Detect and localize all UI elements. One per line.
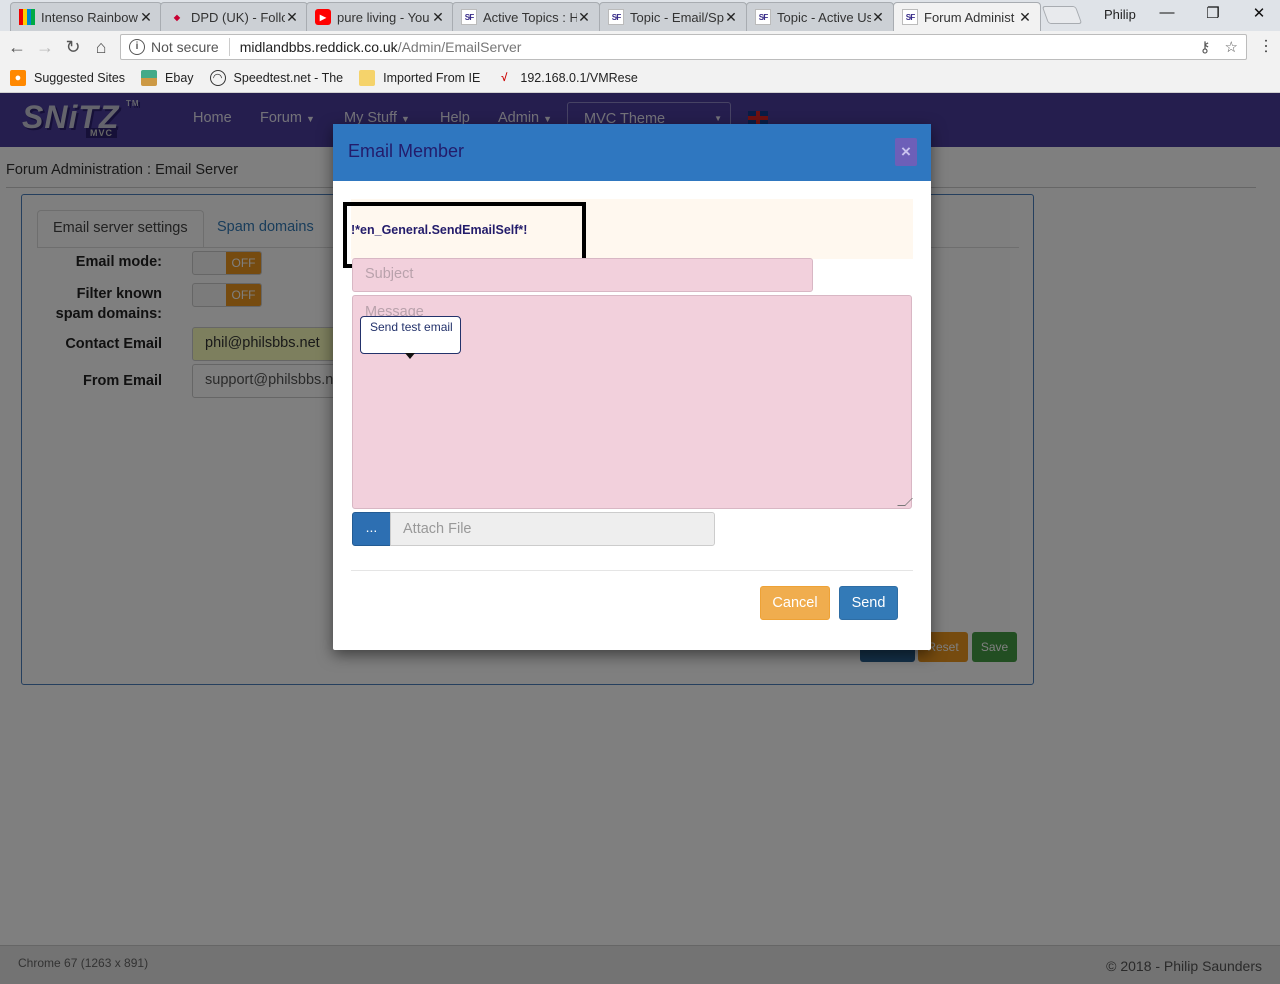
close-tab-icon[interactable]: ✕: [139, 9, 153, 26]
dpd-favicon-icon: ◆: [173, 12, 181, 22]
restore-icon[interactable]: ❐: [1190, 4, 1236, 26]
browser-tab[interactable]: S⁄F Topic - Active Us ✕: [746, 2, 894, 31]
cancel-button[interactable]: Cancel: [760, 586, 830, 620]
browser-tab-strip: Intenso Rainbow ✕ ◆ DPD (UK) - Follo ✕ ▶…: [0, 0, 1280, 31]
bookmark-imported-from-ie[interactable]: Imported From IE: [359, 69, 481, 86]
close-tab-icon[interactable]: ✕: [871, 9, 885, 26]
snitz-favicon-icon: S⁄F: [608, 9, 624, 25]
bookmark-star-icon[interactable]: ☆: [1225, 38, 1238, 56]
browser-tab[interactable]: Intenso Rainbow ✕: [10, 2, 162, 31]
close-tab-icon[interactable]: ✕: [285, 9, 299, 26]
tooltip: Send test email: [360, 316, 461, 359]
browser-tab[interactable]: S⁄F Topic - Email/Sp ✕: [599, 2, 747, 31]
ebay-icon: [141, 69, 158, 86]
minimize-icon[interactable]: —: [1144, 4, 1190, 26]
youtube-favicon-icon: ▶: [315, 9, 331, 25]
tab-title: Intenso Rainbow: [41, 9, 138, 25]
address-bar[interactable]: i Not secure midlandbbs.reddick.co.uk /A…: [120, 34, 1247, 60]
bookmarks-bar: ● Suggested Sites Ebay ◠ Speedtest.net -…: [0, 63, 1280, 93]
router-icon: √: [501, 71, 508, 84]
security-label: Not secure: [151, 39, 219, 55]
close-icon[interactable]: ×: [895, 138, 917, 166]
forward-icon[interactable]: →: [34, 37, 56, 59]
modal-header: Email Member ×: [333, 124, 931, 181]
bookmark-router[interactable]: √ 192.168.0.1/VMRese: [496, 70, 637, 86]
new-tab-button[interactable]: [1041, 6, 1083, 24]
divider: [351, 570, 913, 571]
browse-file-button[interactable]: ...: [352, 512, 391, 546]
profile-name[interactable]: Philip: [1104, 7, 1136, 22]
url-host: midlandbbs.reddick.co.uk: [239, 39, 398, 55]
bookmark-label: Suggested Sites: [34, 70, 126, 85]
menu-dots-icon[interactable]: ⋯: [1256, 38, 1275, 54]
browser-tab[interactable]: ▶ pure living - You ✕: [306, 2, 454, 31]
close-window-icon[interactable]: ✕: [1236, 4, 1280, 26]
url-path: /Admin/EmailServer: [397, 39, 522, 55]
bookmark-label: Ebay: [165, 70, 194, 85]
tab-title: Forum Administ: [924, 9, 1015, 25]
snitz-favicon-icon: S⁄F: [902, 9, 918, 25]
bookmark-speedtest[interactable]: ◠ Speedtest.net - The: [209, 69, 344, 86]
send-button[interactable]: Send: [839, 586, 898, 620]
key-icon[interactable]: ⚷: [1200, 38, 1211, 56]
snitz-favicon-icon: S⁄F: [755, 9, 771, 25]
suggested-sites-icon: ●: [10, 69, 26, 86]
folder-icon: [359, 69, 376, 86]
browser-toolbar: ← → ↻ ⌂ i Not secure midlandbbs.reddick.…: [0, 31, 1280, 63]
close-tab-icon[interactable]: ✕: [1018, 9, 1032, 26]
bookmark-label: Speedtest.net - The: [233, 70, 344, 85]
close-tab-icon[interactable]: ✕: [577, 9, 591, 26]
browser-tab-active[interactable]: S⁄F Forum Administ ✕: [893, 2, 1041, 31]
speedtest-icon: ◠: [209, 69, 226, 86]
home-icon[interactable]: ⌂: [90, 37, 112, 59]
browser-tab[interactable]: S⁄F Active Topics : Hi ✕: [452, 2, 600, 31]
info-icon[interactable]: i: [129, 39, 145, 55]
divider: [228, 38, 230, 56]
modal-title: Email Member: [348, 141, 465, 161]
resize-grip-icon[interactable]: [897, 498, 913, 506]
subject-input[interactable]: Subject: [352, 258, 813, 292]
bookmark-label: 192.168.0.1/VMRese: [520, 70, 638, 85]
back-icon[interactable]: ←: [6, 37, 28, 59]
tab-title: Topic - Active Us: [777, 9, 871, 25]
bookmark-ebay[interactable]: Ebay: [141, 69, 194, 86]
tab-title: pure living - You: [337, 9, 430, 25]
tab-title: Topic - Email/Sp: [630, 9, 724, 25]
close-tab-icon[interactable]: ✕: [724, 9, 738, 26]
intenso-favicon-icon: [19, 9, 35, 25]
attach-file-input[interactable]: Attach File: [390, 512, 715, 546]
bookmark-label: Imported From IE: [383, 70, 481, 85]
tab-title: Active Topics : Hi: [483, 9, 577, 25]
bookmark-suggested-sites[interactable]: ● Suggested Sites: [10, 69, 126, 86]
browser-tab[interactable]: ◆ DPD (UK) - Follo ✕: [160, 2, 308, 31]
email-member-modal: Email Member × !*en_General.SendEmailSel…: [333, 124, 931, 650]
snitz-favicon-icon: S⁄F: [461, 9, 477, 25]
close-tab-icon[interactable]: ✕: [431, 9, 445, 26]
reload-icon[interactable]: ↻: [62, 37, 84, 59]
tab-title: DPD (UK) - Follo: [191, 9, 285, 25]
